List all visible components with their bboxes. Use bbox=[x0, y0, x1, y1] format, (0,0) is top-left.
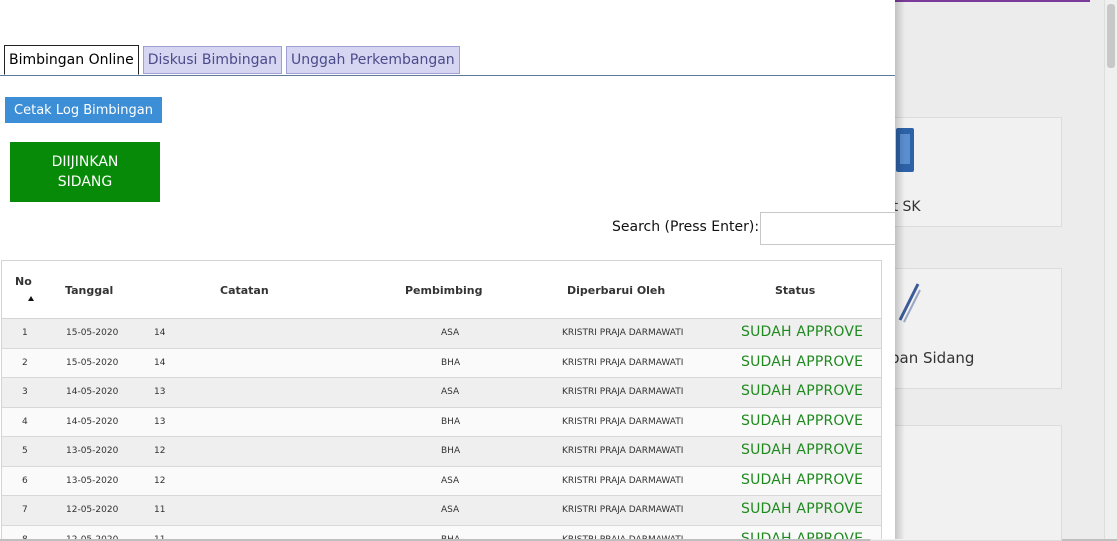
cell-no: 6 bbox=[22, 475, 28, 486]
cell-tanggal: 12-05-2020 bbox=[66, 505, 119, 515]
cell-no: 5 bbox=[22, 446, 28, 456]
cell-tanggal: 14-05-2020 bbox=[66, 416, 119, 427]
cell-no: 3 bbox=[22, 387, 28, 397]
cell-catatan: 14 bbox=[154, 328, 166, 338]
tab-diskusi-bimbingan[interactable]: Diskusi Bimbingan bbox=[142, 46, 283, 74]
permit-sidang-button[interactable]: DIIJINKAN SIDANG bbox=[10, 142, 160, 202]
cell-diperbarui-oleh: KRISTRI PRAJA DARMAWATI bbox=[562, 416, 684, 427]
tab-divider bbox=[0, 75, 895, 76]
search-label: Search (Press Enter): bbox=[612, 219, 760, 235]
cell-no: 7 bbox=[22, 505, 28, 515]
header-tanggal[interactable]: Tanggal bbox=[65, 284, 113, 297]
bimbingan-table: No Tanggal Catatan Pembimbing Diperbarui… bbox=[1, 260, 882, 539]
header-catatan[interactable]: Catatan bbox=[220, 284, 269, 297]
cell-status: SUDAH APPROVE bbox=[741, 353, 864, 370]
cell-tanggal: 13-05-2020 bbox=[66, 475, 119, 486]
cell-diperbarui-oleh: KRISTRI PRAJA DARMAWATI bbox=[562, 446, 684, 456]
bimbingan-modal: Bimbingan Online Diskusi Bimbingan Ungga… bbox=[0, 0, 895, 539]
cell-pembimbing: BHA bbox=[441, 535, 460, 540]
header-no[interactable]: No bbox=[15, 275, 32, 288]
cell-catatan: 13 bbox=[154, 387, 166, 397]
cell-catatan: 11 bbox=[154, 535, 165, 540]
cell-diperbarui-oleh: KRISTRI PRAJA DARMAWATI bbox=[562, 505, 684, 515]
cell-status: SUDAH APPROVE bbox=[741, 412, 864, 429]
cell-diperbarui-oleh: KRISTRI PRAJA DARMAWATI bbox=[562, 387, 684, 397]
tab-unggah-perkembangan[interactable]: Unggah Perkembangan bbox=[286, 46, 460, 74]
cell-no: 4 bbox=[22, 416, 28, 427]
print-log-button[interactable]: Cetak Log Bimbingan bbox=[5, 97, 162, 123]
table-body: 1 15-05-2020 14 ASA KRISTRI PRAJA DARMAWATI S… bbox=[2, 319, 881, 539]
cell-tanggal: 15-05-2020 bbox=[66, 357, 119, 368]
cell-catatan: 14 bbox=[154, 357, 166, 368]
table-row[interactable]: 8 12-05-2020 11 BHA KRISTRI PRAJA DARMAWATI S… bbox=[2, 525, 881, 540]
cell-diperbarui-oleh: KRISTRI PRAJA DARMAWATI bbox=[562, 475, 684, 486]
cell-no: 2 bbox=[22, 357, 28, 368]
cell-diperbarui-oleh: KRISTRI PRAJA DARMAWATI bbox=[562, 357, 684, 368]
cell-status: SUDAH APPROVE bbox=[741, 383, 864, 399]
cell-pembimbing: ASA bbox=[441, 505, 460, 515]
table-row[interactable]: 3 14-05-2020 13 ASA KRISTRI PRAJA DARMAWATI S… bbox=[2, 378, 881, 408]
modal-shadow bbox=[895, 0, 905, 539]
cell-catatan: 13 bbox=[154, 416, 166, 427]
cell-status: SUDAH APPROVE bbox=[741, 442, 864, 458]
cell-pembimbing: ASA bbox=[441, 328, 460, 338]
cell-catatan: 12 bbox=[154, 446, 166, 456]
cell-tanggal: 15-05-2020 bbox=[66, 328, 119, 338]
sort-asc-icon[interactable] bbox=[28, 296, 34, 301]
tab-bar: Bimbingan Online Diskusi Bimbingan Ungga… bbox=[4, 45, 460, 75]
cell-pembimbing: BHA bbox=[441, 357, 461, 368]
cell-pembimbing: ASA bbox=[441, 387, 460, 397]
table-row[interactable]: 6 13-05-2020 12 ASA KRISTRI PRAJA DARMAWATI S… bbox=[2, 466, 881, 496]
cell-no: 1 bbox=[22, 328, 28, 338]
cell-diperbarui-oleh: KRISTRI PRAJA DARMAWATI bbox=[562, 328, 684, 338]
cell-pembimbing: BHA bbox=[441, 416, 461, 427]
table-row[interactable]: 7 12-05-2020 11 ASA KRISTRI PRAJA DARMAWATI S… bbox=[2, 496, 881, 526]
page-scrollbar-thumb[interactable] bbox=[1107, 4, 1115, 68]
cell-catatan: 11 bbox=[154, 505, 166, 515]
cell-catatan: 12 bbox=[154, 475, 166, 486]
cell-pembimbing: ASA bbox=[441, 475, 460, 486]
cell-status: SUDAH APPROVE bbox=[741, 501, 864, 517]
page-scrollbar[interactable] bbox=[1104, 0, 1117, 539]
cell-diperbarui-oleh: KRISTRI PRAJA DARMAWATI bbox=[562, 535, 683, 540]
cell-no: 8 bbox=[22, 535, 28, 540]
cell-tanggal: 14-05-2020 bbox=[66, 387, 119, 397]
cell-pembimbing: BHA bbox=[441, 446, 461, 456]
cell-status: SUDAH APPROVE bbox=[741, 324, 864, 340]
cell-tanggal: 12-05-2020 bbox=[66, 535, 118, 540]
search-input[interactable] bbox=[760, 212, 895, 245]
table-header: No Tanggal Catatan Pembimbing Diperbarui… bbox=[2, 261, 881, 319]
table-row[interactable]: 1 15-05-2020 14 ASA KRISTRI PRAJA DARMAWATI S… bbox=[2, 319, 881, 349]
cell-tanggal: 13-05-2020 bbox=[66, 446, 119, 456]
cell-status: SUDAH APPROVE bbox=[741, 530, 864, 540]
background-header-line bbox=[895, 0, 1090, 2]
cell-status: SUDAH APPROVE bbox=[741, 471, 864, 488]
table-row[interactable]: 5 13-05-2020 12 BHA KRISTRI PRAJA DARMAWATI S… bbox=[2, 437, 881, 467]
header-diperbarui-oleh[interactable]: Diperbarui Oleh bbox=[567, 284, 665, 297]
table-row[interactable]: 2 15-05-2020 14 BHA KRISTRI PRAJA DARMAWATI S… bbox=[2, 348, 881, 378]
header-status[interactable]: Status bbox=[775, 284, 815, 297]
header-pembimbing[interactable]: Pembimbing bbox=[405, 284, 482, 297]
table-row[interactable]: 4 14-05-2020 13 BHA KRISTRI PRAJA DARMAWATI S… bbox=[2, 407, 881, 437]
tab-bimbingan-online[interactable]: Bimbingan Online bbox=[4, 45, 139, 75]
